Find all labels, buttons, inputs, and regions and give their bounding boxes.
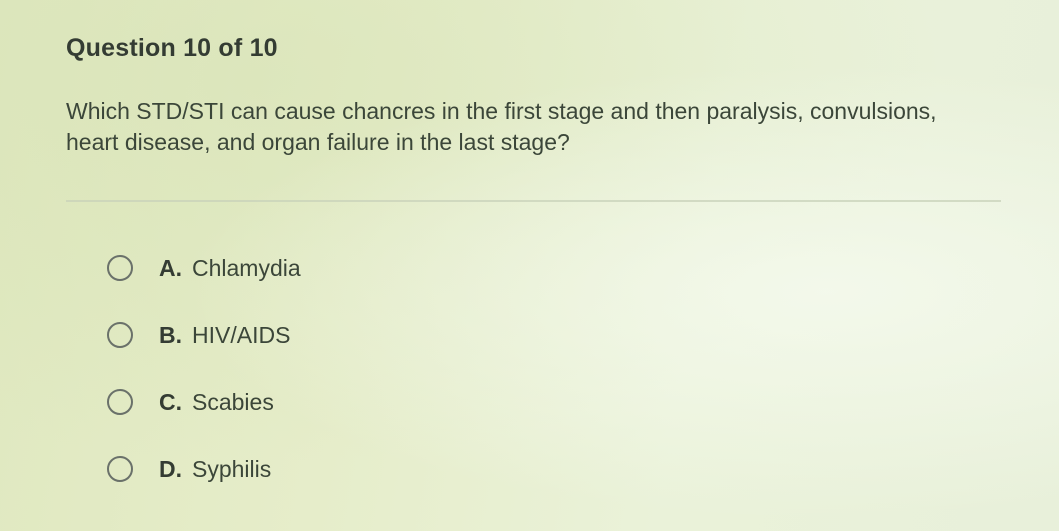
option-letter: B. bbox=[159, 321, 182, 348]
option-label: HIV/AIDS bbox=[192, 321, 291, 348]
radio-button-a[interactable] bbox=[107, 255, 133, 281]
answer-options: A. Chlamydia B. HIV/AIDS C. Scabies D. S… bbox=[107, 248, 301, 516]
option-c[interactable]: C. Scabies bbox=[107, 382, 301, 422]
radio-button-d[interactable] bbox=[107, 456, 133, 482]
radio-button-b[interactable] bbox=[107, 322, 133, 348]
option-b[interactable]: B. HIV/AIDS bbox=[107, 315, 301, 355]
option-label: Syphilis bbox=[192, 455, 272, 482]
option-label: Scabies bbox=[192, 388, 274, 415]
option-letter: D. bbox=[159, 455, 182, 482]
question-text: Which STD/STI can cause chancres in the … bbox=[66, 98, 937, 155]
option-label: Chlamydia bbox=[192, 254, 301, 281]
option-letter: C. bbox=[159, 388, 182, 415]
option-letter: A. bbox=[159, 254, 182, 281]
option-a[interactable]: A. Chlamydia bbox=[107, 248, 301, 288]
divider bbox=[66, 200, 1001, 202]
question-title: Question 10 of 10 bbox=[66, 34, 278, 62]
radio-button-c[interactable] bbox=[107, 389, 133, 415]
option-d[interactable]: D. Syphilis bbox=[107, 449, 301, 489]
